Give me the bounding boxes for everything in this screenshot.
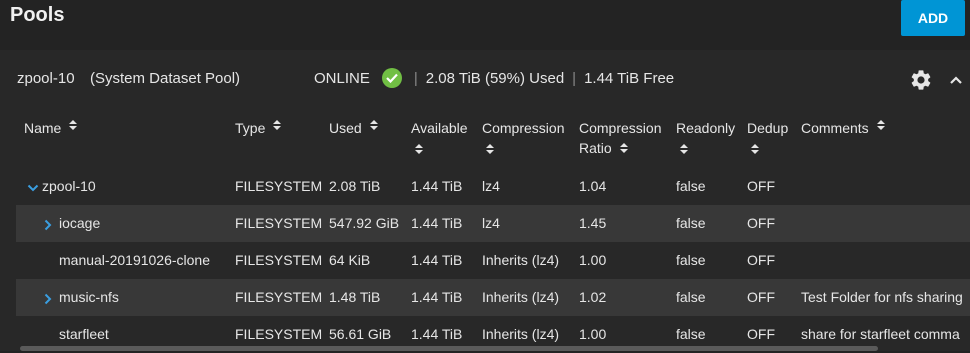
table-row[interactable]: manual-20191026-clone FILESYSTEM 64 KiB …	[16, 242, 970, 279]
pool-status-text: ONLINE	[314, 69, 370, 87]
cell-compression-ratio: 1.45	[579, 215, 607, 231]
cell-used: 547.92 GiB	[329, 215, 400, 231]
cell-name: manual-20191026-clone	[59, 252, 210, 268]
gear-icon[interactable]	[909, 68, 933, 92]
chevron-down-icon[interactable]	[27, 181, 39, 193]
column-header-label: Dedup	[747, 120, 789, 136]
cell-type: FILESYSTEM	[235, 289, 323, 305]
column-header-used[interactable]: Used	[329, 118, 379, 138]
cell-available: 1.44 TiB	[411, 215, 463, 231]
pool-description: (System Dataset Pool)	[90, 70, 241, 87]
chevron-up-icon[interactable]	[946, 70, 966, 90]
cell-used: 64 KiB	[329, 252, 371, 268]
sort-icon[interactable]	[485, 142, 495, 156]
cell-type: FILESYSTEM	[235, 252, 323, 268]
column-header-label: Ratio	[579, 140, 612, 156]
cell-dedup: OFF	[747, 252, 775, 268]
sort-icon[interactable]	[679, 142, 689, 156]
column-header-compression[interactable]: Compression	[482, 118, 564, 156]
sort-icon[interactable]	[369, 118, 379, 132]
dataset-table-body: zpool-10 FILESYSTEM 2.08 TiB 1.44 TiB lz…	[16, 168, 970, 353]
sort-icon[interactable]	[68, 118, 78, 132]
table-row[interactable]: iocage FILESYSTEM 547.92 GiB 1.44 TiB lz…	[16, 205, 970, 242]
cell-used: 1.48 TiB	[329, 289, 381, 305]
cell-compression-ratio: 1.02	[579, 289, 607, 305]
column-header-label: Comments	[801, 120, 869, 136]
cell-readonly: false	[676, 289, 706, 305]
separator: |	[413, 69, 418, 87]
pool-used: 2.08 TiB (59%) Used	[425, 69, 565, 87]
cell-compression: lz4	[482, 178, 500, 194]
pool-status: ONLINE | 2.08 TiB (59%) Used | 1.44 TiB …	[314, 66, 674, 90]
cell-readonly: false	[676, 215, 706, 231]
cell-dedup: OFF	[747, 178, 775, 194]
cell-name: zpool-10	[42, 178, 96, 194]
column-header-label: Name	[24, 120, 62, 136]
cell-dedup: OFF	[747, 215, 775, 231]
table-row[interactable]: music-nfs FILESYSTEM 1.48 TiB 1.44 TiB I…	[16, 279, 970, 316]
cell-type: FILESYSTEM	[235, 215, 323, 231]
column-header-label: Compression	[482, 120, 565, 136]
column-header-label: Readonly	[676, 120, 736, 136]
sort-icon[interactable]	[750, 142, 760, 156]
column-header-available[interactable]: Available	[411, 118, 468, 156]
column-header-type[interactable]: Type	[235, 118, 282, 138]
sort-icon[interactable]	[619, 141, 629, 155]
cell-compression-ratio: 1.00	[579, 252, 607, 268]
cell-dedup: OFF	[747, 289, 775, 305]
separator: |	[572, 69, 577, 87]
cell-type: FILESYSTEM	[235, 178, 323, 194]
sort-icon[interactable]	[876, 118, 886, 132]
sort-icon[interactable]	[272, 118, 282, 132]
pool-free: 1.44 TiB Free	[584, 69, 675, 87]
cell-available: 1.44 TiB	[411, 252, 463, 268]
column-header-label: Type	[235, 120, 266, 136]
column-header-label: Used	[329, 120, 362, 136]
cell-available: 1.44 TiB	[411, 289, 463, 305]
cell-readonly: false	[676, 252, 706, 268]
page-title: Pools	[10, 4, 65, 26]
table-row[interactable]: zpool-10 FILESYSTEM 2.08 TiB 1.44 TiB lz…	[16, 168, 970, 205]
cell-compression: Inherits (lz4)	[482, 289, 560, 305]
column-header-name[interactable]: Name	[24, 118, 78, 138]
chevron-right-icon[interactable]	[42, 218, 54, 231]
column-header-readonly[interactable]: Readonly	[676, 118, 735, 156]
sort-icon[interactable]	[414, 142, 424, 156]
pool-header: zpool-10 (System Dataset Pool) ONLINE | …	[0, 50, 970, 106]
check-circle-icon	[381, 68, 402, 88]
column-header-label: Available	[411, 120, 468, 136]
column-header-compression-ratio[interactable]: Compression Ratio	[579, 118, 661, 158]
pool-name: zpool-10	[17, 70, 75, 87]
column-header-dedup[interactable]: Dedup	[747, 118, 788, 156]
cell-name: iocage	[59, 215, 101, 231]
column-header-comments[interactable]: Comments	[801, 118, 886, 138]
chevron-right-icon[interactable]	[42, 292, 54, 305]
cell-name: music-nfs	[59, 289, 119, 305]
cell-compression: lz4	[482, 215, 500, 231]
horizontal-scrollbar[interactable]	[20, 346, 878, 351]
pool-card: zpool-10 (System Dataset Pool) ONLINE | …	[0, 50, 970, 351]
table-header: Name Type Used Available Compression Com…	[16, 112, 970, 168]
cell-readonly: false	[676, 178, 706, 194]
cell-compression: Inherits (lz4)	[482, 252, 560, 268]
cell-comments: Test Folder for nfs sharing	[801, 289, 963, 305]
cell-available: 1.44 TiB	[411, 178, 463, 194]
add-pool-button[interactable]: ADD	[901, 0, 965, 36]
cell-compression-ratio: 1.04	[579, 178, 607, 194]
cell-used: 2.08 TiB	[329, 178, 381, 194]
column-header-label: Compression	[579, 120, 662, 136]
